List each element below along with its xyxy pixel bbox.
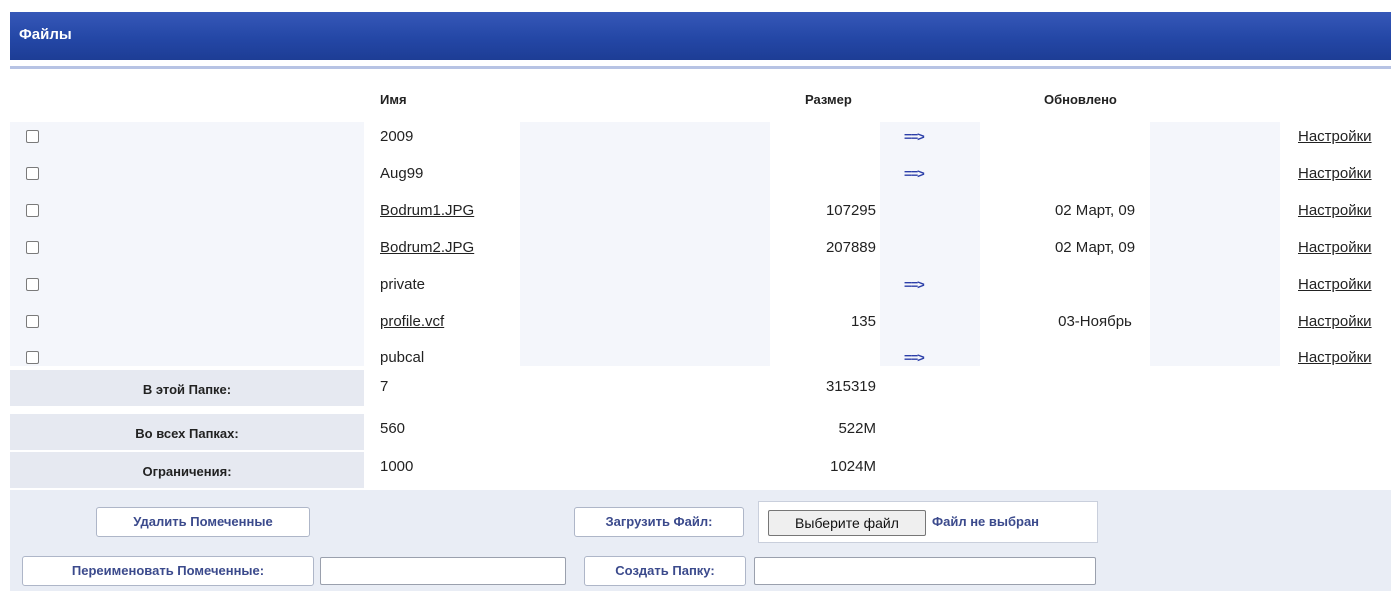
settings-link[interactable]: Настройки xyxy=(1298,165,1372,182)
select-checkbox[interactable] xyxy=(26,278,39,291)
select-checkbox[interactable] xyxy=(26,241,39,254)
file-name: 2009 xyxy=(380,128,414,145)
settings-link[interactable]: Настройки xyxy=(1298,239,1372,256)
rename-input[interactable] xyxy=(320,557,566,585)
delete-marked-button[interactable]: Удалить Помеченные xyxy=(96,507,310,537)
settings-link[interactable]: Настройки xyxy=(1298,349,1372,366)
file-row: Bodrum1.JPG 107295 02 Март, 09 Настройки xyxy=(10,194,1391,230)
summary-count-limits: 1000 xyxy=(380,458,414,475)
summary-count-all: 560 xyxy=(380,420,406,437)
open-folder-link[interactable]: ==> xyxy=(904,166,925,181)
title-divider xyxy=(10,66,1391,69)
file-size: 135 xyxy=(850,313,876,330)
upload-file-button[interactable]: Загрузить Файл: xyxy=(574,507,744,537)
panel-title-bar: Файлы xyxy=(10,12,1391,60)
settings-link[interactable]: Настройки xyxy=(1298,202,1372,219)
open-folder-link[interactable]: ==> xyxy=(904,350,925,365)
rename-marked-button[interactable]: Переименовать Помеченные: xyxy=(22,556,314,586)
column-header-size: Размер xyxy=(805,92,852,107)
summary-label-folder: В этой Папке: xyxy=(10,370,364,406)
select-checkbox[interactable] xyxy=(26,167,39,180)
column-header-name: Имя xyxy=(380,92,407,107)
file-name: private xyxy=(380,276,426,293)
panel-title: Файлы xyxy=(19,26,72,43)
settings-link[interactable]: Настройки xyxy=(1298,128,1372,145)
select-checkbox[interactable] xyxy=(26,204,39,217)
create-folder-button[interactable]: Создать Папку: xyxy=(584,556,746,586)
file-name[interactable]: Bodrum1.JPG xyxy=(380,202,474,219)
open-folder-link[interactable]: ==> xyxy=(904,277,925,292)
file-row: Bodrum2.JPG 207889 02 Март, 09 Настройки xyxy=(10,231,1391,267)
settings-link[interactable]: Настройки xyxy=(1298,276,1372,293)
summary-size-all: 522M xyxy=(838,420,876,437)
choose-file-button[interactable]: Выберите файл xyxy=(768,510,926,536)
file-updated: 02 Март, 09 xyxy=(1054,239,1136,256)
file-row: private ==> Настройки xyxy=(10,268,1391,304)
file-row: profile.vcf 135 03-Ноябрь Настройки xyxy=(10,305,1391,341)
file-updated: 03-Ноябрь xyxy=(1058,313,1132,330)
file-row: 2009 ==> Настройки xyxy=(10,120,1391,156)
summary-count-folder: 7 xyxy=(380,378,389,395)
summary-size-folder: 315319 xyxy=(825,378,876,395)
create-folder-input[interactable] xyxy=(754,557,1096,585)
select-checkbox[interactable] xyxy=(26,130,39,143)
open-folder-link[interactable]: ==> xyxy=(904,129,925,144)
no-file-chosen-label: Файл не выбран xyxy=(932,514,1040,529)
file-size: 107295 xyxy=(825,202,876,219)
settings-link[interactable]: Настройки xyxy=(1298,313,1372,330)
summary-label-limits: Ограничения: xyxy=(10,452,364,488)
file-row: Aug99 ==> Настройки xyxy=(10,157,1391,193)
file-name[interactable]: profile.vcf xyxy=(380,313,444,330)
file-name: pubcal xyxy=(380,349,425,366)
file-name: Aug99 xyxy=(380,165,424,182)
summary-size-limits: 1024M xyxy=(830,458,876,475)
select-checkbox[interactable] xyxy=(26,315,39,328)
file-updated: 02 Март, 09 xyxy=(1054,202,1136,219)
select-checkbox[interactable] xyxy=(26,351,39,364)
summary-label-all: Во всех Папках: xyxy=(10,414,364,450)
file-size: 207889 xyxy=(825,239,876,256)
column-header-updated: Обновлено xyxy=(1044,92,1117,107)
file-name[interactable]: Bodrum2.JPG xyxy=(380,239,474,256)
